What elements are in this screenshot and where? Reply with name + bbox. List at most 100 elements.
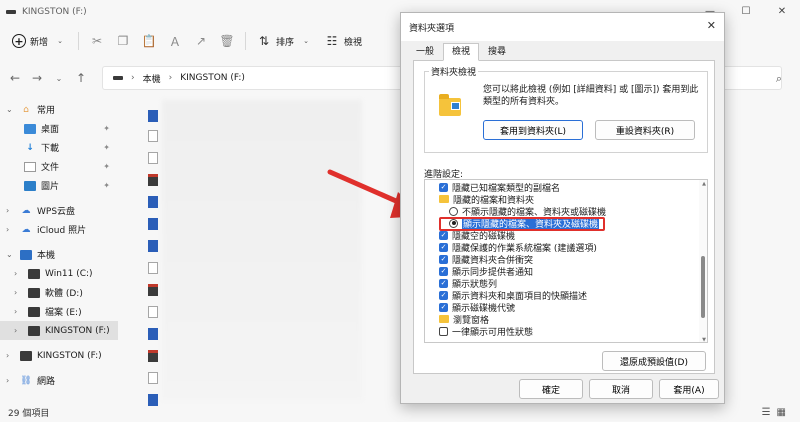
cut-icon[interactable]: ✂ [89, 33, 105, 49]
back-arrow-icon[interactable]: ← [4, 71, 26, 85]
scroll-up-icon[interactable]: ▲ [702, 181, 706, 187]
sidebar-item-documents[interactable]: 文件 ✦ [0, 157, 118, 176]
advanced-setting-row[interactable]: ✓ 顯示狀態列 [425, 277, 707, 290]
folder-options-dialog: 資料夾選項 ✕ 一般 檢視 搜尋 資料夾檢視 您可以將此檢視 (例如 [詳細資料… [400, 12, 725, 404]
chevron-down-icon[interactable]: ⌄ [6, 250, 16, 259]
radio-unselected-icon[interactable] [449, 206, 458, 216]
sidebar-item-kingston[interactable]: › KINGSTON (F:) [0, 346, 118, 365]
advanced-setting-row[interactable]: 一律顯示可用性狀態 [425, 325, 707, 338]
chevron-right-icon[interactable]: › [14, 269, 24, 278]
advanced-setting-row[interactable]: ✓ 隱藏已知檔案類型的副檔名 [425, 181, 707, 194]
checkbox-checked-icon[interactable]: ✓ [439, 266, 448, 276]
sidebar-item-drive-c[interactable]: › Win11 (C:) [0, 264, 118, 283]
chevron-right-icon[interactable]: ⌄ [6, 105, 16, 114]
word-file-icon[interactable] [148, 218, 158, 230]
word-file-icon[interactable] [148, 110, 158, 122]
sidebar-item-icloud[interactable]: › ☁ iCloud 照片 [0, 220, 118, 239]
advanced-setting-row[interactable]: ✓ 顯示同步提供者通知 [425, 265, 707, 278]
tab-search[interactable]: 搜尋 [479, 43, 515, 61]
checkbox-checked-icon[interactable]: ✓ [439, 290, 448, 300]
sidebar-item-pictures[interactable]: 圖片 ✦ [0, 176, 118, 195]
advanced-setting-row[interactable]: 不顯示隱藏的檔案、資料夾或磁碟機 [425, 205, 707, 218]
checkbox-checked-icon[interactable]: ✓ [439, 242, 448, 252]
file-icon[interactable] [148, 262, 158, 274]
file-icon[interactable] [148, 372, 158, 384]
chevron-right-icon[interactable]: › [14, 288, 24, 297]
advanced-settings-scrollbar[interactable]: ▲ ▼ [699, 180, 707, 342]
close-icon[interactable]: ✕ [707, 19, 716, 32]
drive-icon [6, 10, 16, 14]
app-file-icon[interactable] [148, 174, 158, 186]
paste-icon[interactable]: 📋 [141, 33, 157, 49]
apply-button[interactable]: 套用(A) [659, 379, 719, 399]
close-button[interactable]: ✕ [764, 0, 800, 24]
chevron-right-icon[interactable]: › [6, 225, 16, 234]
sidebar-item-this-pc[interactable]: ⌄ 本機 [0, 245, 118, 264]
reset-folders-button[interactable]: 重設資料夾(R) [595, 120, 695, 140]
sidebar-item-drive-e[interactable]: › 檔案 (E:) [0, 302, 118, 321]
checkbox-checked-icon[interactable]: ✓ [439, 230, 448, 240]
scroll-thumb[interactable] [701, 256, 705, 318]
tiles-view-icon[interactable]: ▦ [777, 407, 786, 418]
maximize-button[interactable]: ☐ [728, 0, 764, 24]
up-arrow-icon[interactable]: ↑ [70, 71, 92, 85]
sidebar-item-downloads[interactable]: ↓ 下載 ✦ [0, 138, 118, 157]
rename-icon[interactable]: Ａ [167, 33, 183, 49]
sort-button[interactable]: ⇅ 排序 ⌄ [256, 33, 314, 49]
advanced-setting-row[interactable]: ✓ 隱藏資料夾合併衝突 [425, 253, 707, 266]
word-file-icon[interactable] [148, 328, 158, 340]
sidebar-item-drive-d[interactable]: › 軟體 (D:) [0, 283, 118, 302]
drive-icon [28, 268, 40, 279]
cancel-button[interactable]: 取消 [589, 379, 653, 399]
apply-to-folders-button[interactable]: 套用到資料夾(L) [483, 120, 583, 140]
breadcrumb-current[interactable]: KINGSTON (F:) [180, 73, 245, 83]
checkbox-checked-icon[interactable]: ✓ [439, 278, 448, 288]
advanced-settings-list[interactable]: ✓ 隱藏已知檔案類型的副檔名 隱藏的檔案和資料夾 不顯示隱藏的檔案、資料夾或磁碟機 顯示… [424, 179, 708, 343]
chevron-right-icon[interactable]: › [6, 206, 16, 215]
advanced-setting-row[interactable]: ✓ 顯示磁碟機代號 [425, 301, 707, 314]
chevron-right-icon[interactable]: › [6, 376, 16, 385]
sidebar-item-drive-f[interactable]: › KINGSTON (F:) [0, 321, 118, 340]
checkbox-unchecked-icon[interactable] [439, 326, 448, 336]
advanced-setting-row[interactable]: ✓ 隱藏保護的作業系統檔案 (建議選項) [425, 241, 707, 254]
pin-icon: ✦ [103, 181, 110, 190]
tab-view[interactable]: 檢視 [443, 43, 480, 61]
forward-arrow-icon[interactable]: → [26, 71, 48, 85]
app-file-icon[interactable] [148, 284, 158, 296]
recent-chevron-icon[interactable]: ⌄ [48, 74, 70, 83]
checkbox-checked-icon[interactable]: ✓ [439, 302, 448, 312]
item-count: 29 個項目 [8, 408, 50, 419]
delete-icon[interactable]: 🗑 [219, 33, 235, 49]
checkbox-checked-icon[interactable]: ✓ [439, 182, 448, 192]
sidebar-item-desktop[interactable]: 桌面 ✦ [0, 119, 118, 138]
sidebar-item-wps[interactable]: › ☁ WPS云盘 [0, 201, 118, 220]
ok-button[interactable]: 確定 [519, 379, 583, 399]
chevron-right-icon[interactable]: › [6, 351, 16, 360]
details-view-icon[interactable]: ☰ [762, 407, 771, 418]
advanced-setting-row[interactable]: 瀏覽窗格 [425, 313, 707, 326]
restore-defaults-button[interactable]: 還原成預設值(D) [602, 351, 706, 371]
breadcrumb-this-pc[interactable]: 本機 [143, 72, 161, 85]
scroll-down-icon[interactable]: ▼ [702, 337, 706, 342]
share-icon[interactable]: ↗ [193, 33, 209, 49]
tab-general[interactable]: 一般 [407, 43, 443, 61]
chevron-right-icon[interactable]: › [14, 307, 24, 316]
chevron-right-icon[interactable]: › [14, 326, 24, 335]
status-bar: 29 個項目 [0, 402, 800, 422]
word-file-icon[interactable] [148, 240, 158, 252]
view-tab-panel: 資料夾檢視 您可以將此檢視 (例如 [詳細資料] 或 [圖示]) 套用到此類型的… [413, 60, 715, 374]
view-button[interactable]: ☷ 檢視 [324, 33, 362, 49]
advanced-setting-row[interactable]: ✓ 顯示資料夾和桌面項目的快顯描述 [425, 289, 707, 302]
file-icon[interactable] [148, 306, 158, 318]
sidebar-item-network[interactable]: › ⛓ 網路 [0, 371, 118, 390]
sidebar-item-home[interactable]: ⌄ ⌂ 常用 [0, 100, 118, 119]
file-icon[interactable] [148, 152, 158, 164]
new-button[interactable]: + 新增 ⌄ [12, 33, 68, 49]
advanced-setting-row[interactable]: 隱藏的檔案和資料夾 [425, 193, 707, 206]
copy-icon[interactable]: ❐ [115, 33, 131, 49]
file-icon[interactable] [148, 130, 158, 142]
word-file-icon[interactable] [148, 196, 158, 208]
checkbox-checked-icon[interactable]: ✓ [439, 254, 448, 264]
search-icon[interactable]: ⌕ [776, 72, 782, 86]
app-file-icon[interactable] [148, 350, 158, 362]
